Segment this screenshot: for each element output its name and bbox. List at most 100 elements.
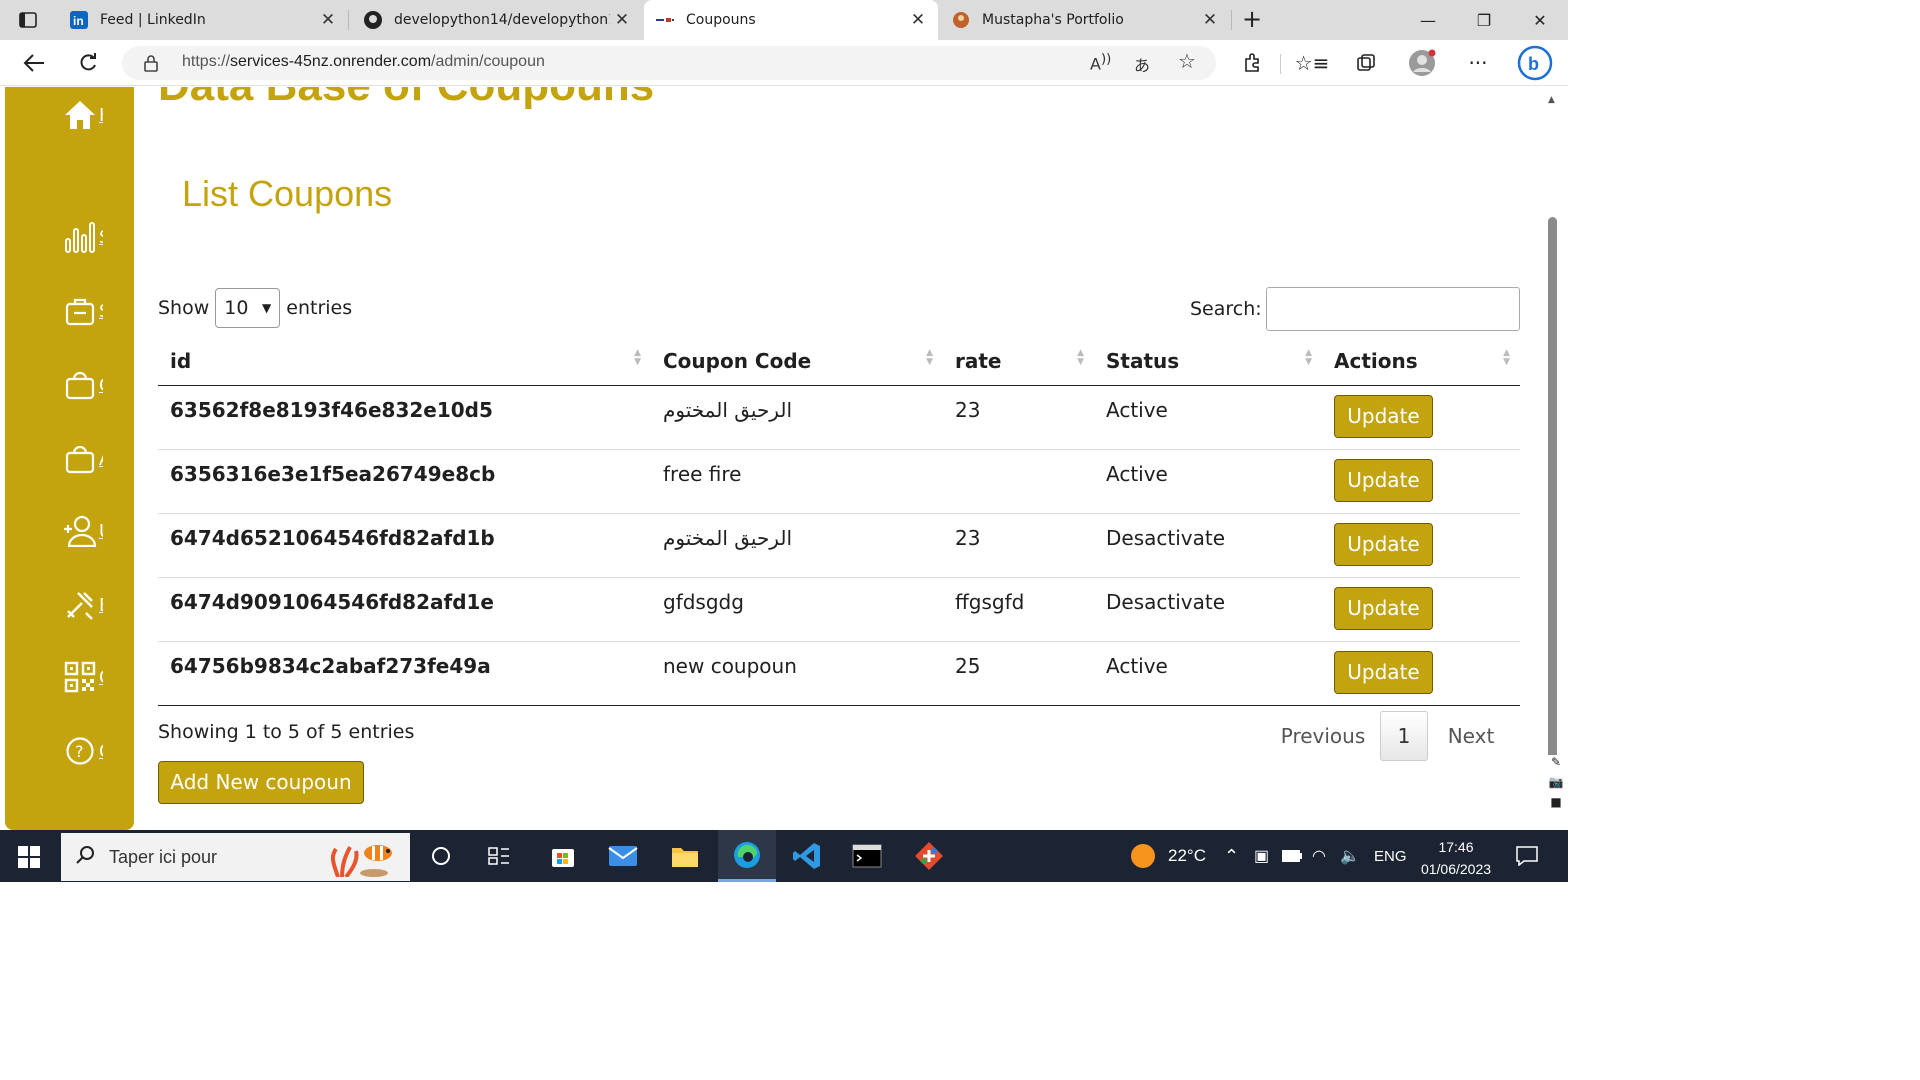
- chart-icon: [55, 221, 105, 253]
- page-viewport: H S S C A U E C ?: [0, 87, 1568, 830]
- task-view-icon[interactable]: [470, 830, 528, 882]
- read-aloud-icon[interactable]: A)): [1090, 52, 1111, 73]
- cell-actions: Update: [1322, 641, 1520, 706]
- collections-icon[interactable]: [1350, 48, 1382, 78]
- column-header-rate[interactable]: rate ▲ ▼: [943, 337, 1094, 386]
- address-bar[interactable]: https://services-45nz.onrender.com/admin…: [122, 46, 1216, 80]
- cell-rate: ffgsgfd: [943, 577, 1094, 642]
- weather-widget[interactable]: 22°C: [1130, 830, 1206, 882]
- toolbar-divider: [1280, 54, 1281, 74]
- sidebar-item-tools[interactable]: E: [5, 577, 134, 633]
- cell-status: Active: [1094, 385, 1322, 450]
- microsoft-store-icon[interactable]: [534, 830, 592, 882]
- system-clock[interactable]: 17:46 01/06/2023: [1414, 836, 1498, 880]
- git-gui-icon[interactable]: [900, 830, 958, 882]
- camera-icon[interactable]: 📷: [1549, 775, 1564, 789]
- bing-chat-icon[interactable]: b: [1516, 44, 1554, 82]
- vscode-icon[interactable]: [778, 830, 836, 882]
- help-icon: ?: [55, 736, 105, 766]
- column-header-code[interactable]: Coupon Code ▲ ▼: [651, 337, 943, 386]
- tab-portfolio[interactable]: Mustapha's Portfolio ✕: [940, 0, 1230, 40]
- back-button[interactable]: [18, 48, 50, 78]
- language-indicator[interactable]: ENG: [1374, 830, 1407, 882]
- entries-length-control: Show 10 ▼ entries: [158, 288, 352, 328]
- notifications-icon[interactable]: [1516, 830, 1538, 882]
- update-button[interactable]: Update: [1334, 522, 1433, 566]
- cortana-icon[interactable]: [412, 830, 470, 882]
- tab-linkedin[interactable]: in Feed | LinkedIn ✕: [58, 0, 348, 40]
- file-explorer-icon[interactable]: [656, 830, 714, 882]
- sidebar-item-help[interactable]: ? C: [5, 723, 134, 779]
- wifi-icon[interactable]: ◠: [1312, 830, 1326, 882]
- browser-toolbar: https://services-45nz.onrender.com/admin…: [0, 40, 1568, 86]
- update-button[interactable]: Update: [1334, 650, 1433, 694]
- tab-coupouns[interactable]: Coupouns ✕: [644, 0, 938, 40]
- update-button[interactable]: Update: [1334, 458, 1433, 502]
- github-icon: [364, 11, 382, 29]
- lock-icon: [144, 54, 158, 76]
- update-button[interactable]: Update: [1334, 586, 1433, 630]
- video-icon[interactable]: ■: [1550, 795, 1561, 809]
- sort-icon: ▲ ▼: [1503, 348, 1510, 367]
- profile-avatar[interactable]: [1406, 48, 1438, 78]
- close-tab-icon[interactable]: ✕: [316, 10, 340, 30]
- update-button[interactable]: Update: [1334, 394, 1433, 438]
- restore-button[interactable]: ❐: [1456, 0, 1512, 40]
- minimize-button[interactable]: —: [1400, 0, 1456, 40]
- cell-id: 6474d6521064546fd82afd1b: [158, 513, 651, 578]
- sidebar-item-users[interactable]: U: [5, 503, 134, 559]
- entries-select[interactable]: 10 ▼: [215, 288, 281, 328]
- volume-icon[interactable]: 🔈: [1340, 830, 1360, 882]
- cell-id: 6474d9091064546fd82afd1e: [158, 577, 651, 642]
- page-scrollbar[interactable]: ▲: [1546, 87, 1560, 830]
- scrollbar-thumb[interactable]: [1548, 217, 1557, 830]
- linkedin-icon: in: [70, 11, 88, 29]
- battery-icon[interactable]: [1282, 830, 1302, 882]
- column-header-status[interactable]: Status ▲ ▼: [1094, 337, 1322, 386]
- mail-icon[interactable]: [594, 830, 652, 882]
- close-tab-icon[interactable]: ✕: [906, 10, 930, 30]
- close-window-button[interactable]: ✕: [1512, 0, 1568, 40]
- sidebar-item-stats[interactable]: S: [5, 209, 134, 265]
- browser-tab-strip: in Feed | LinkedIn ✕ developython14/deve…: [0, 0, 1568, 40]
- translate-icon[interactable]: あ: [1134, 52, 1150, 76]
- add-favorite-icon[interactable]: ☆: [1178, 49, 1196, 73]
- sidebar-item-services[interactable]: S: [5, 283, 134, 339]
- windows-start-icon[interactable]: [18, 846, 40, 872]
- pagination-next[interactable]: Next: [1428, 724, 1514, 748]
- column-header-id[interactable]: id ▲ ▼: [158, 337, 651, 386]
- close-tab-icon[interactable]: ✕: [1198, 10, 1222, 30]
- tab-github[interactable]: developython14/developython14 ✕: [352, 0, 642, 40]
- clock-date: 01/06/2023: [1420, 861, 1492, 877]
- more-options-icon[interactable]: ···: [1462, 48, 1494, 78]
- add-coupon-button[interactable]: Add New coupoun: [158, 761, 364, 804]
- pagination-page-1[interactable]: 1: [1380, 711, 1428, 761]
- tab-title: Mustapha's Portfolio: [982, 12, 1124, 28]
- edge-browser-icon[interactable]: [718, 830, 776, 882]
- tab-actions-icon[interactable]: [12, 8, 44, 32]
- sidebar-item-orders[interactable]: C: [5, 357, 134, 413]
- new-tab-button[interactable]: +: [1238, 4, 1266, 36]
- column-header-actions[interactable]: Actions ▲ ▼: [1322, 337, 1520, 386]
- sidebar-item-coupons[interactable]: C: [5, 649, 134, 705]
- refresh-button[interactable]: [72, 48, 104, 78]
- cell-actions: Update: [1322, 513, 1520, 578]
- terminal-icon[interactable]: [838, 830, 896, 882]
- pagination-previous[interactable]: Previous: [1266, 724, 1380, 748]
- taskbar-search[interactable]: Taper ici pour: [61, 833, 410, 881]
- close-tab-icon[interactable]: ✕: [610, 10, 634, 30]
- table-row: 6356316e3e1f5ea26749e8cb free fire Activ…: [158, 449, 1520, 514]
- sidebar-item-archive[interactable]: A: [5, 431, 134, 487]
- favorites-icon[interactable]: ☆≡: [1295, 48, 1330, 78]
- scroll-up-icon[interactable]: ▲: [1548, 95, 1555, 105]
- meet-now-icon[interactable]: ▣: [1254, 830, 1269, 882]
- pen-icon[interactable]: ✎: [1551, 755, 1561, 769]
- sort-icon: ▲ ▼: [1077, 348, 1084, 367]
- sidebar-item-home[interactable]: H: [5, 87, 134, 143]
- search-input[interactable]: [1265, 287, 1520, 331]
- search-label: Search:: [1190, 298, 1262, 320]
- tab-title: Feed | LinkedIn: [100, 12, 206, 28]
- extensions-icon[interactable]: [1236, 48, 1268, 78]
- table-row: 6474d6521064546fd82afd1b الرحيق المختوم …: [158, 513, 1520, 578]
- tray-chevron-icon[interactable]: ⌃: [1224, 830, 1239, 882]
